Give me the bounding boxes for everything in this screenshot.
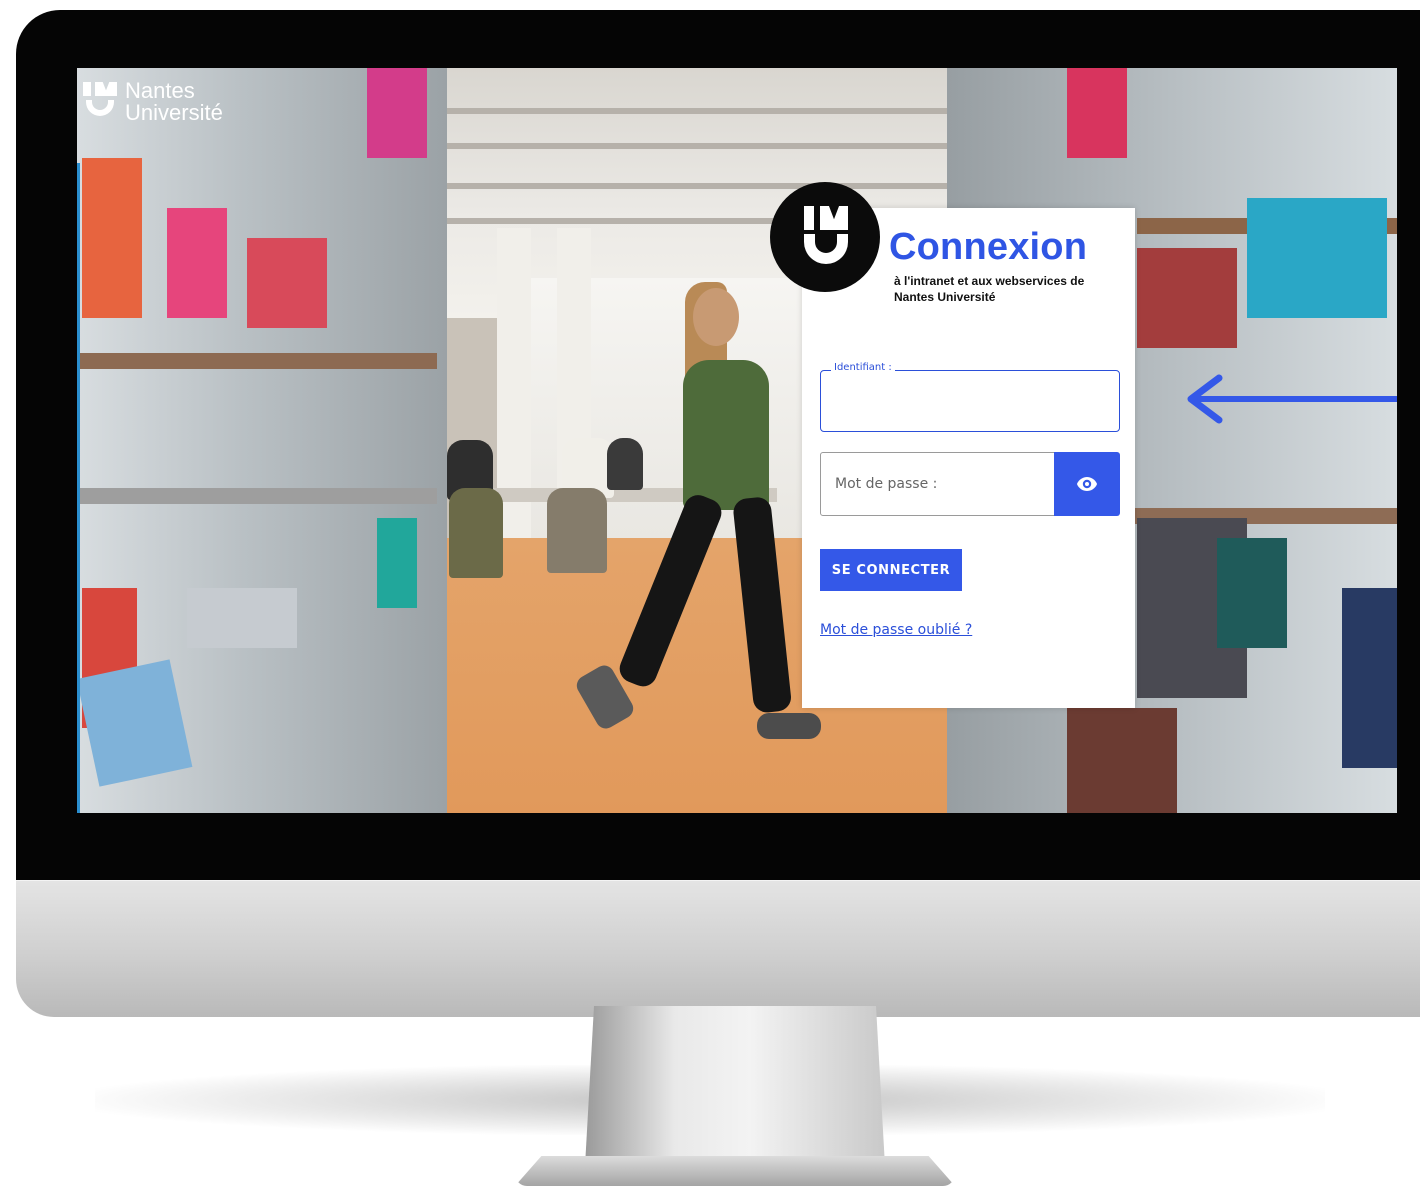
background-person-body (683, 360, 769, 510)
password-input[interactable] (821, 453, 1054, 515)
eye-icon (1077, 477, 1097, 491)
show-password-button[interactable] (1054, 452, 1120, 516)
background-chair-jacket (547, 488, 607, 573)
book (167, 208, 227, 318)
monitor-stand (515, 1006, 955, 1186)
nantes-universite-logo-icon (83, 80, 119, 118)
shelf-board (77, 353, 437, 369)
left-accent-line (77, 163, 80, 813)
login-title: Connexion (889, 226, 1088, 268)
book (1067, 68, 1127, 158)
password-field[interactable] (820, 452, 1055, 516)
ceiling-beam (432, 108, 952, 114)
site-logo[interactable]: Nantes Université (83, 80, 223, 124)
monitor-chin (16, 880, 1420, 1017)
identifiant-input[interactable] (821, 371, 1119, 431)
site-logo-text: Nantes Université (125, 80, 223, 124)
book (1137, 248, 1237, 348)
stand-base (515, 1156, 955, 1186)
login-submit-button[interactable]: SE CONNECTER (820, 549, 962, 591)
screen: Nantes Université Connexion à l'intranet… (77, 68, 1397, 813)
login-subtitle: à l'intranet et aux webservices de Nante… (894, 274, 1085, 304)
book (377, 518, 417, 608)
background-chair-jacket (449, 488, 503, 578)
book (367, 68, 427, 158)
book (82, 158, 142, 318)
ceiling-beam (432, 183, 952, 189)
background-person (607, 438, 643, 490)
identifiant-label: Identifiant : (831, 362, 895, 373)
book (1067, 708, 1177, 813)
book (247, 238, 327, 328)
site-logo-line1: Nantes (125, 78, 195, 103)
site-logo-line2: Université (125, 100, 223, 125)
stand-neck (585, 1006, 885, 1166)
arrow-left-icon (1187, 374, 1397, 424)
book (1342, 588, 1397, 768)
nantes-universite-round-logo-icon (770, 182, 880, 292)
ceiling-beam (432, 143, 952, 149)
book (1217, 538, 1287, 648)
shelf-board (77, 488, 437, 504)
identifiant-field[interactable] (820, 370, 1120, 432)
forgot-password-link[interactable]: Mot de passe oublié ? (820, 622, 972, 638)
book (1247, 198, 1387, 318)
book (187, 588, 297, 648)
background-person-head (693, 288, 739, 346)
background-person-shoe (757, 713, 821, 739)
